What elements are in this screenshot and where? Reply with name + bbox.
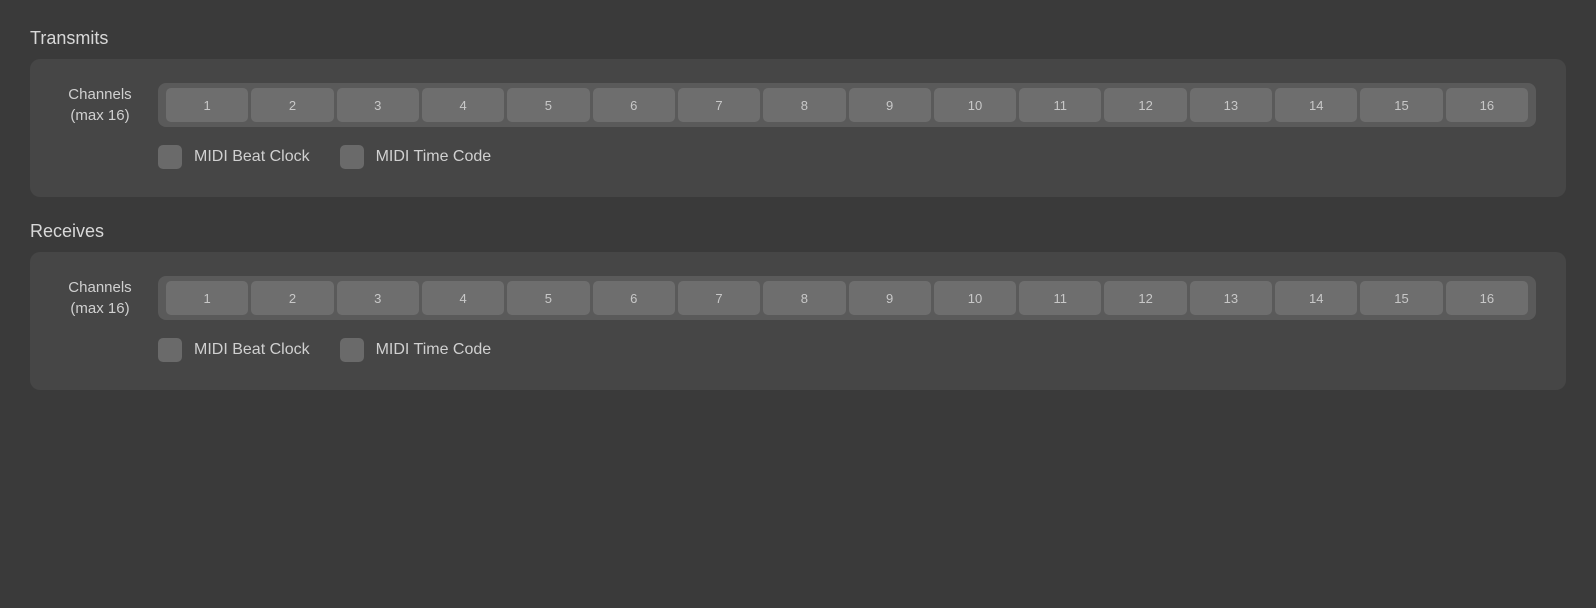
transmits-channel-btn-13[interactable]: 13 (1190, 88, 1272, 122)
transmits-channel-btn-11[interactable]: 11 (1019, 88, 1101, 122)
receives-channel-btn-1[interactable]: 1 (166, 281, 248, 315)
receives-channel-btn-16[interactable]: 16 (1446, 281, 1528, 315)
transmits-channel-btn-9[interactable]: 9 (849, 88, 931, 122)
receives-channel-buttons: 12345678910111213141516 (158, 276, 1536, 320)
receives-channel-btn-3[interactable]: 3 (337, 281, 419, 315)
transmits-channel-btn-8[interactable]: 8 (763, 88, 845, 122)
transmits-channel-btn-1[interactable]: 1 (166, 88, 248, 122)
receives-channel-btn-2[interactable]: 2 (251, 281, 333, 315)
transmits-channel-buttons: 12345678910111213141516 (158, 83, 1536, 127)
receives-channel-btn-7[interactable]: 7 (678, 281, 760, 315)
transmits-channel-btn-15[interactable]: 15 (1360, 88, 1442, 122)
transmits-label: Transmits (30, 28, 1566, 49)
receives-channel-btn-8[interactable]: 8 (763, 281, 845, 315)
transmits-channels-label: Channels (max 16) (60, 84, 140, 126)
transmits-channel-btn-7[interactable]: 7 (678, 88, 760, 122)
transmits-channel-btn-14[interactable]: 14 (1275, 88, 1357, 122)
receives-channel-btn-15[interactable]: 15 (1360, 281, 1442, 315)
transmits-channel-btn-16[interactable]: 16 (1446, 88, 1528, 122)
receives-channels-label: Channels (max 16) (60, 277, 140, 319)
transmits-midi-beat-clock-label: MIDI Beat Clock (194, 148, 310, 166)
receives-channel-btn-13[interactable]: 13 (1190, 281, 1272, 315)
receives-label: Receives (30, 221, 1566, 242)
transmits-midi-time-code-label: MIDI Time Code (376, 148, 492, 166)
transmits-box: Channels (max 16) 1234567891011121314151… (30, 59, 1566, 197)
transmits-channel-btn-10[interactable]: 10 (934, 88, 1016, 122)
transmits-midi-time-code-item: MIDI Time Code (340, 145, 492, 169)
transmits-midi-beat-clock-checkbox[interactable] (158, 145, 182, 169)
receives-channel-btn-11[interactable]: 11 (1019, 281, 1101, 315)
receives-channel-btn-10[interactable]: 10 (934, 281, 1016, 315)
transmits-midi-time-code-checkbox[interactable] (340, 145, 364, 169)
receives-channel-btn-12[interactable]: 12 (1104, 281, 1186, 315)
receives-channel-btn-6[interactable]: 6 (593, 281, 675, 315)
receives-midi-time-code-checkbox[interactable] (340, 338, 364, 362)
receives-box: Channels (max 16) 1234567891011121314151… (30, 252, 1566, 390)
receives-channel-btn-14[interactable]: 14 (1275, 281, 1357, 315)
transmits-channel-btn-4[interactable]: 4 (422, 88, 504, 122)
receives-midi-beat-clock-label: MIDI Beat Clock (194, 341, 310, 359)
receives-midi-time-code-item: MIDI Time Code (340, 338, 492, 362)
receives-channels-row: Channels (max 16) 1234567891011121314151… (60, 276, 1536, 320)
transmits-channel-btn-6[interactable]: 6 (593, 88, 675, 122)
receives-checkboxes-row: MIDI Beat Clock MIDI Time Code (158, 338, 1536, 362)
receives-channel-btn-4[interactable]: 4 (422, 281, 504, 315)
transmits-channel-btn-12[interactable]: 12 (1104, 88, 1186, 122)
receives-midi-beat-clock-checkbox[interactable] (158, 338, 182, 362)
transmits-checkboxes-row: MIDI Beat Clock MIDI Time Code (158, 145, 1536, 169)
receives-midi-time-code-label: MIDI Time Code (376, 341, 492, 359)
transmits-midi-beat-clock-item: MIDI Beat Clock (158, 145, 310, 169)
receives-channel-btn-9[interactable]: 9 (849, 281, 931, 315)
receives-midi-beat-clock-item: MIDI Beat Clock (158, 338, 310, 362)
transmits-section: Transmits Channels (max 16) 123456789101… (30, 28, 1566, 197)
receives-channel-btn-5[interactable]: 5 (507, 281, 589, 315)
transmits-channels-row: Channels (max 16) 1234567891011121314151… (60, 83, 1536, 127)
transmits-channel-btn-5[interactable]: 5 (507, 88, 589, 122)
receives-section: Receives Channels (max 16) 1234567891011… (30, 221, 1566, 390)
transmits-channel-btn-2[interactable]: 2 (251, 88, 333, 122)
transmits-channel-btn-3[interactable]: 3 (337, 88, 419, 122)
